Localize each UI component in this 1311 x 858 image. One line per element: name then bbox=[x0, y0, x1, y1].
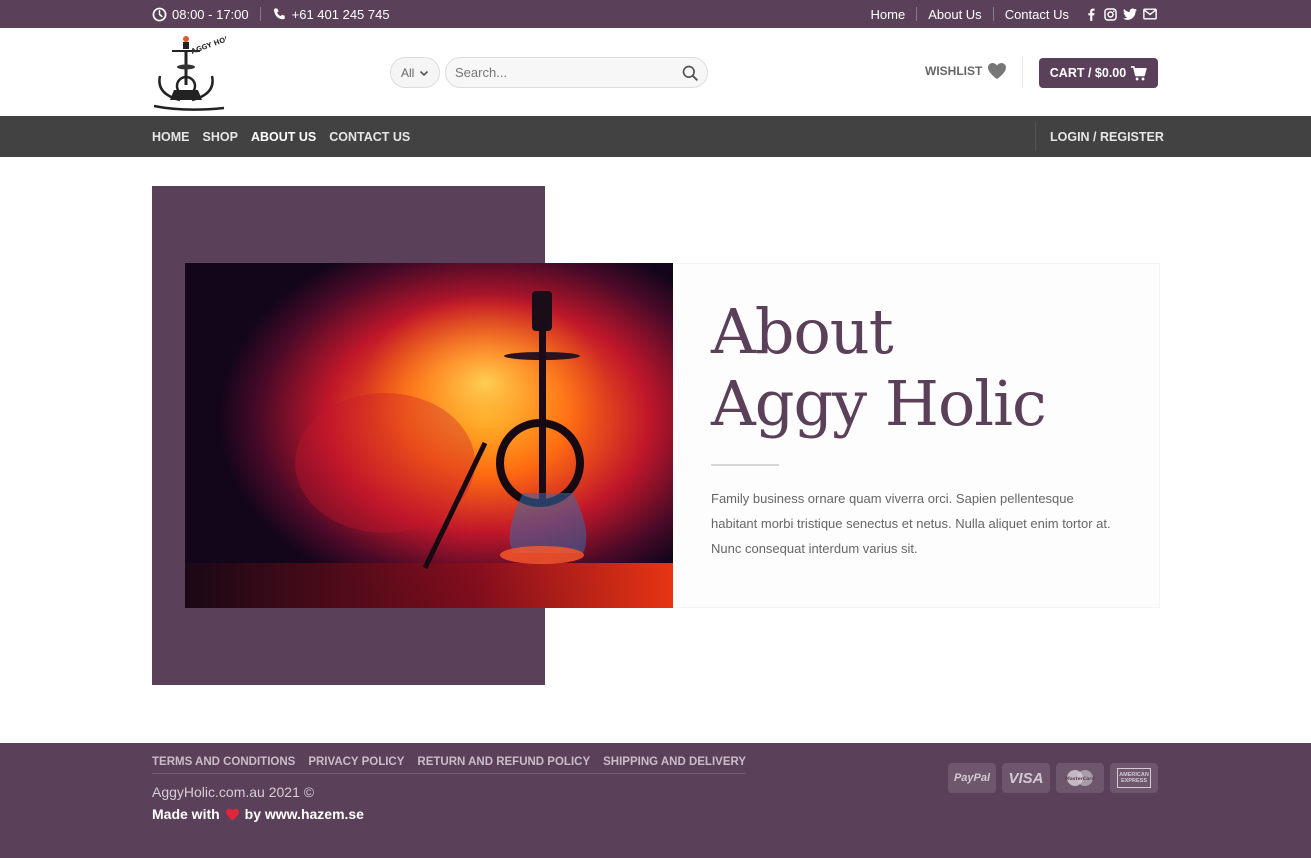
phone-text: +61 401 245 745 bbox=[291, 6, 390, 22]
wishlist-link[interactable]: WISHLIST bbox=[925, 62, 1007, 80]
search-input[interactable] bbox=[455, 65, 682, 80]
topbar-link-contact[interactable]: Contact Us bbox=[1005, 7, 1069, 22]
phone-info[interactable]: +61 401 245 745 bbox=[272, 7, 390, 22]
search-icon[interactable] bbox=[682, 65, 698, 81]
about-heading-line1: About bbox=[711, 295, 894, 368]
category-select-value: All bbox=[401, 65, 415, 80]
topbar-link-home[interactable]: Home bbox=[871, 7, 906, 22]
about-body-text: Family business ornare quam viverra orci… bbox=[711, 491, 1111, 556]
nav-item-shop[interactable]: SHOP bbox=[203, 130, 238, 144]
paypal-icon: PayPal bbox=[948, 763, 996, 793]
mastercard-icon: MasterCard bbox=[1056, 763, 1104, 793]
nav-item-home[interactable]: HOME bbox=[152, 130, 190, 144]
cart-icon bbox=[1131, 65, 1147, 80]
made-with-prefix: Made with bbox=[152, 806, 220, 822]
copyright-text: AggyHolic.com.au 2021 © bbox=[152, 784, 315, 800]
hours-info: 08:00 - 17:00 bbox=[152, 7, 249, 22]
visa-icon: VISA bbox=[1002, 763, 1050, 793]
footer-link-shipping[interactable]: SHIPPING AND DELIVERY bbox=[603, 756, 746, 768]
cart-button[interactable]: CART / $0.00 bbox=[1039, 58, 1158, 88]
nav-item-contact-us[interactable]: CONTACT US bbox=[329, 130, 410, 144]
hours-text: 08:00 - 17:00 bbox=[172, 6, 249, 22]
twitter-icon[interactable] bbox=[1123, 7, 1137, 21]
amex-icon: AMERICAN EXPRESS bbox=[1110, 763, 1158, 793]
about-heading: About Aggy Holic bbox=[711, 295, 1047, 440]
hookah-smoke-image bbox=[185, 263, 673, 608]
search-bar bbox=[445, 57, 708, 88]
cart-label: CART / $0.00 bbox=[1049, 66, 1127, 80]
heart-icon bbox=[225, 808, 239, 820]
footer-link-refund[interactable]: RETURN AND REFUND POLICY bbox=[417, 756, 590, 768]
heading-divider bbox=[711, 464, 779, 466]
made-with-suffix[interactable]: by www.hazem.se bbox=[245, 806, 364, 822]
svg-text:MasterCard: MasterCard bbox=[1065, 776, 1095, 782]
category-select[interactable]: All bbox=[390, 57, 440, 88]
payment-icons: PayPal VISA MasterCard AMERICAN EXPRESS bbox=[948, 763, 1158, 793]
top-bar: 08:00 - 17:00 +61 401 245 745 Home About… bbox=[0, 0, 1311, 28]
instagram-icon[interactable] bbox=[1104, 7, 1117, 21]
facebook-icon[interactable] bbox=[1085, 8, 1098, 21]
wishlist-label: WISHLIST bbox=[925, 64, 983, 78]
login-register-link[interactable]: LOGIN / REGISTER bbox=[1050, 116, 1164, 157]
nav-item-about-us[interactable]: ABOUT US bbox=[251, 130, 316, 144]
about-heading-line2: Aggy Holic bbox=[711, 367, 1047, 440]
site-footer: TERMS AND CONDITIONS PRIVACY POLICY RETU… bbox=[0, 743, 1311, 858]
email-icon[interactable] bbox=[1143, 8, 1157, 20]
phone-icon bbox=[273, 7, 285, 19]
clock-icon bbox=[152, 7, 167, 21]
site-logo[interactable]: AGGY HOLIC bbox=[152, 32, 238, 112]
svg-text:AGGY HOLIC: AGGY HOLIC bbox=[190, 34, 226, 56]
footer-link-privacy[interactable]: PRIVACY POLICY bbox=[308, 756, 404, 768]
footer-link-terms[interactable]: TERMS AND CONDITIONS bbox=[152, 756, 295, 768]
heart-icon bbox=[988, 63, 1007, 79]
hookah-photo bbox=[185, 263, 673, 608]
site-header: AGGY HOLIC All WISHLIST CART / $0.00 bbox=[0, 28, 1311, 116]
topbar-link-about[interactable]: About Us bbox=[928, 7, 981, 22]
chevron-down-icon bbox=[420, 70, 429, 76]
hookah-logo-icon: AGGY HOLIC bbox=[153, 32, 238, 111]
main-nav: HOME SHOP ABOUT US CONTACT US LOGIN / RE… bbox=[0, 116, 1311, 157]
made-with-credit: Made with by www.hazem.se bbox=[152, 806, 364, 822]
